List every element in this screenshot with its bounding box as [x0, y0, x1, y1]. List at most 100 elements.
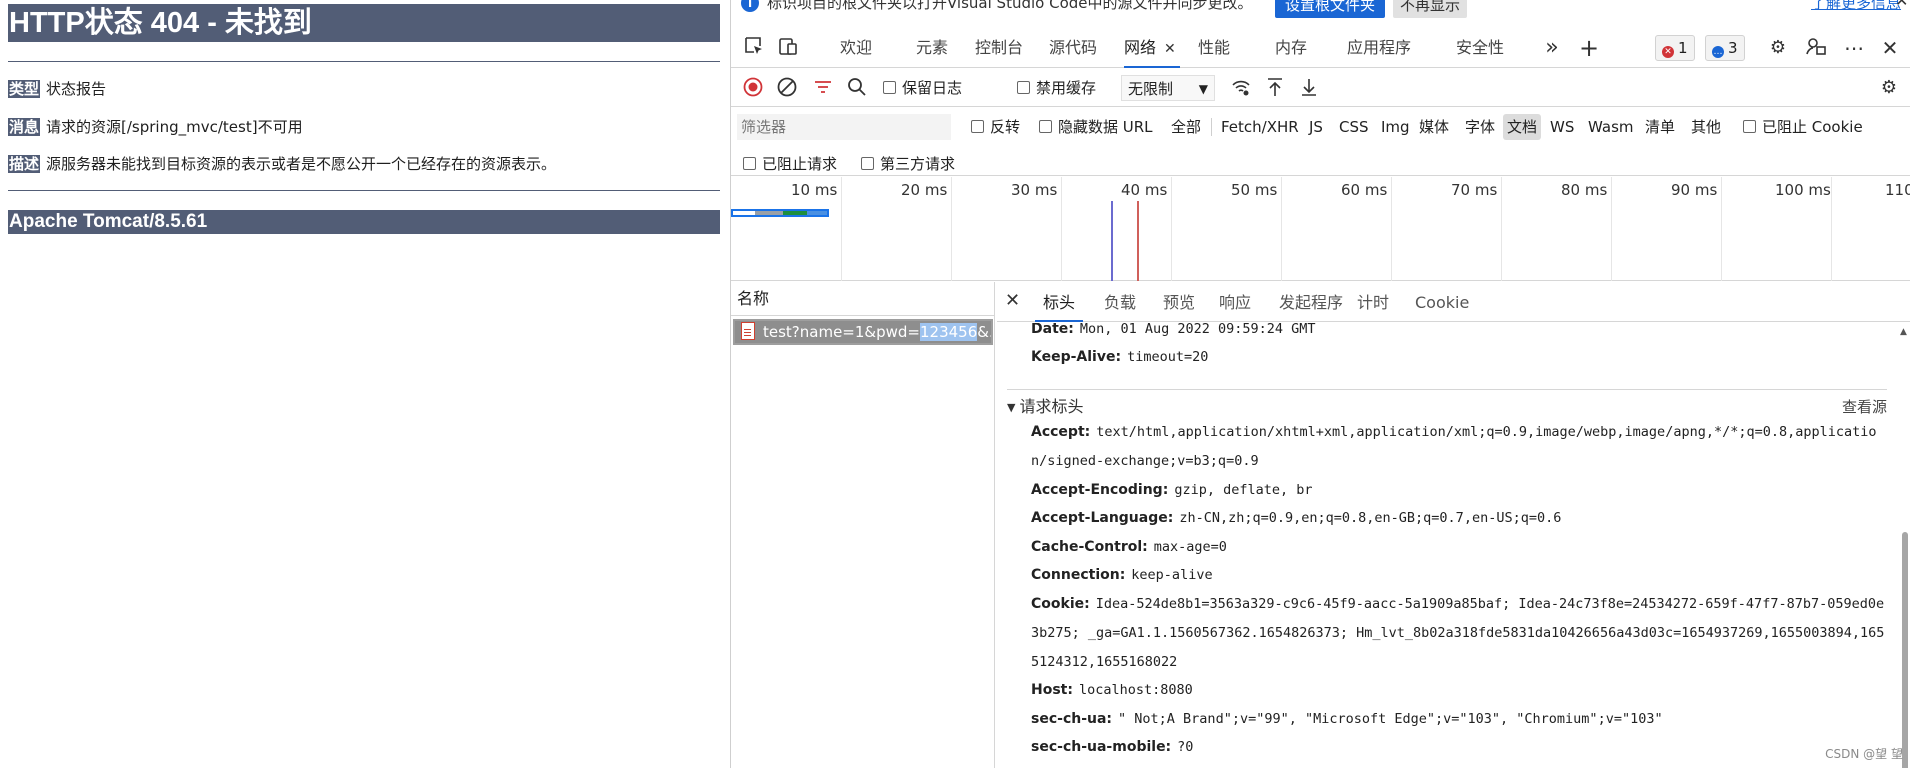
dont-show-again-button[interactable]: 不再显示 [1393, 0, 1467, 18]
third-party-label: 第三方请求 [880, 155, 956, 173]
description-value: 源服务器未能找到目标资源的表示或者是不愿公开一个已经存在的资源表示。 [46, 155, 557, 173]
settings-gear-icon[interactable]: ⚙ [1765, 35, 1791, 61]
checkbox-box[interactable] [971, 120, 984, 133]
blocked-requests-checkbox[interactable]: 已阻止请求 [743, 154, 837, 174]
tab-preview[interactable]: 预览 [1163, 282, 1195, 322]
tab-network[interactable]: 网络 ✕ [1124, 28, 1180, 68]
filter-type-wasm[interactable]: Wasm [1584, 114, 1638, 140]
tab-application[interactable]: 应用程序 [1347, 28, 1411, 68]
header-row: Connection: keep-alive [1031, 561, 1891, 590]
header-row: sec-ch-ua-mobile: ?0 [1031, 733, 1891, 762]
customize-icon[interactable] [1803, 35, 1829, 61]
filter-type-fetch-xhr[interactable]: Fetch/XHR [1217, 114, 1303, 140]
request-detail-pane: ✕ 标头 负载 预览 响应 发起程序 计时 Cookie Date: Mon, 0… [997, 282, 1910, 768]
description-label: 描述 [8, 155, 41, 173]
tab-headers[interactable]: 标头 [1035, 282, 1084, 322]
filter-type-img[interactable]: Img [1377, 114, 1414, 140]
filter-type-font[interactable]: 字体 [1461, 114, 1499, 140]
record-icon[interactable] [741, 76, 765, 100]
timeline-label: 80 ms [1561, 181, 1608, 199]
set-root-folder-button[interactable]: 设置根文件夹 [1275, 0, 1385, 18]
request-headers-section[interactable]: ▼ 请求标头 查看源 [1007, 389, 1887, 419]
filter-type-ws[interactable]: WS [1546, 114, 1578, 140]
tab-initiator[interactable]: 发起程序 [1279, 282, 1343, 322]
checkbox-box[interactable] [1017, 81, 1030, 94]
timeline-label: 50 ms [1231, 181, 1278, 199]
message-icon: … [1712, 46, 1724, 58]
network-settings-gear-icon[interactable]: ⚙ [1877, 76, 1901, 100]
scrollbar-thumb[interactable] [1902, 532, 1908, 768]
timeline-label: 20 ms [901, 181, 948, 199]
filter-type-css[interactable]: CSS [1335, 114, 1373, 140]
invert-checkbox[interactable]: 反转 [971, 117, 1020, 137]
hide-data-urls-checkbox[interactable]: 隐藏数据 URL [1039, 117, 1153, 137]
tab-welcome[interactable]: 欢迎 [840, 28, 872, 68]
checkbox-box[interactable] [883, 81, 896, 94]
tab-timing[interactable]: 计时 [1357, 282, 1389, 322]
vertical-scrollbar[interactable]: ▲ [1897, 327, 1910, 768]
filter-type-other[interactable]: 其他 [1687, 114, 1725, 140]
search-icon[interactable] [845, 76, 869, 100]
header-name: Connection: [1031, 567, 1126, 583]
more-options-icon[interactable]: ⋯ [1841, 35, 1867, 61]
header-value: timeout=20 [1127, 349, 1209, 365]
tab-memory[interactable]: 内存 [1275, 28, 1307, 68]
tab-console[interactable]: 控制台 [975, 28, 1023, 68]
tab-sources[interactable]: 源代码 [1049, 28, 1097, 68]
filter-type-media[interactable]: 媒体 [1415, 114, 1453, 140]
close-devtools-icon[interactable]: ✕ [1877, 35, 1903, 61]
name-column-header[interactable]: 名称 [731, 282, 994, 316]
close-detail-icon[interactable]: ✕ [1005, 290, 1020, 311]
learn-more-link[interactable]: 了解更多信息 [1811, 0, 1901, 11]
filter-icon[interactable] [811, 76, 835, 100]
checkbox-box[interactable] [861, 157, 874, 170]
watermark: CSDN @望 望 [1825, 747, 1903, 761]
clear-icon[interactable] [775, 76, 799, 100]
tab-cookies[interactable]: Cookie [1415, 282, 1469, 322]
header-row: Accept-Encoding: gzip, deflate, br [1031, 476, 1891, 505]
filter-input[interactable]: 筛选器 [737, 114, 951, 140]
checkbox-box[interactable] [1743, 120, 1756, 133]
scroll-up-icon[interactable]: ▲ [1900, 327, 1907, 337]
tab-response[interactable]: 响应 [1219, 282, 1251, 322]
device-emulation-icon[interactable] [775, 35, 801, 61]
blocked-requests-label: 已阻止请求 [762, 155, 838, 173]
error-icon: ✕ [1662, 46, 1674, 58]
inspect-element-icon[interactable] [741, 35, 767, 61]
divider [8, 190, 720, 191]
errors-badge[interactable]: ✕ 1 [1655, 35, 1695, 61]
throttling-select[interactable]: 无限制 ▼ [1121, 75, 1215, 101]
checkbox-box[interactable] [1039, 120, 1052, 133]
request-name-highlight: 123456 [920, 323, 978, 341]
tab-performance[interactable]: 性能 [1198, 28, 1230, 68]
filter-type-js[interactable]: JS [1305, 114, 1327, 140]
preserve-log-label: 保留日志 [902, 79, 963, 97]
preserve-log-checkbox[interactable]: 保留日志 [883, 78, 962, 98]
filter-type-all[interactable]: 全部 [1167, 114, 1205, 140]
filter-type-doc[interactable]: 文档 [1503, 114, 1542, 140]
filter-bar: 筛选器 反转 隐藏数据 URL 全部 Fetch/XHR JS CSS Img … [731, 108, 1910, 176]
blocked-cookies-checkbox[interactable]: 已阻止 Cookie [1743, 117, 1863, 137]
tab-elements[interactable]: 元素 [916, 28, 948, 68]
tab-security[interactable]: 安全性 [1456, 28, 1504, 68]
header-value: Mon, 01 Aug 2022 09:59:24 GMT [1079, 323, 1316, 337]
close-icon[interactable]: ✕ [1895, 0, 1908, 9]
more-tabs-icon[interactable]: » [1539, 35, 1565, 61]
third-party-checkbox[interactable]: 第三方请求 [861, 154, 955, 174]
timeline-overview[interactable]: 10 ms 20 ms 30 ms 40 ms 50 ms 60 ms 70 m… [731, 177, 1910, 281]
request-headers-title: 请求标头 [1019, 397, 1084, 416]
errors-count: 1 [1678, 39, 1688, 57]
import-har-icon[interactable] [1263, 76, 1287, 100]
tab-payload[interactable]: 负载 [1104, 282, 1136, 322]
export-har-icon[interactable] [1297, 76, 1321, 100]
request-row[interactable]: test?name=1&pwd=123456&... [733, 319, 993, 345]
messages-badge[interactable]: … 3 [1705, 35, 1745, 61]
add-tab-icon[interactable]: + [1576, 35, 1602, 61]
close-tab-icon[interactable]: ✕ [1164, 41, 1176, 57]
disable-cache-checkbox[interactable]: 禁用缓存 [1017, 78, 1096, 98]
header-row: Date: Mon, 01 Aug 2022 09:59:24 GMT [1031, 323, 1891, 344]
grid-line [1281, 177, 1282, 281]
checkbox-box[interactable] [743, 157, 756, 170]
filter-type-manifest[interactable]: 清单 [1641, 114, 1679, 140]
network-conditions-icon[interactable] [1229, 76, 1253, 100]
